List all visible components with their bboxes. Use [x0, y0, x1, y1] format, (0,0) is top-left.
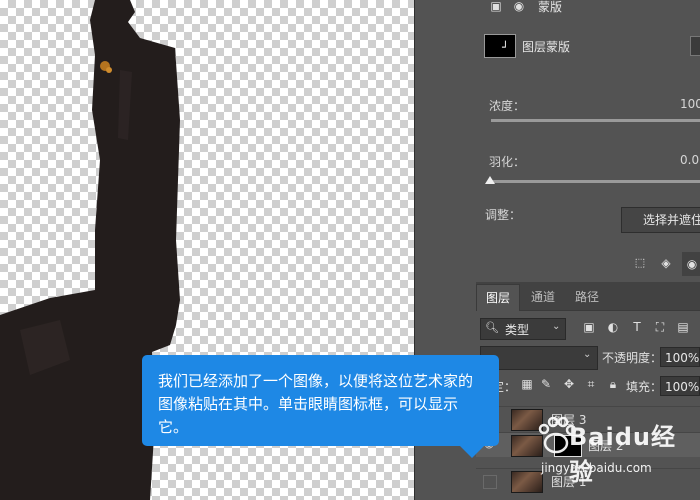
- density-slider[interactable]: [491, 119, 700, 122]
- adjust-label: 调整：: [485, 208, 522, 222]
- toggle-mask-button[interactable]: ◉: [682, 252, 700, 276]
- feather-label: 羽化：: [489, 155, 526, 169]
- shape-filter-icon[interactable]: ⛶: [653, 320, 667, 335]
- tutorial-tooltip: 我们已经添加了一个图像，以便将这位艺术家的图像粘贴在其中。单击眼睛图标框，可以显…: [142, 355, 499, 458]
- properties-panel: ▣ ◉ 蒙版 ┘ 图层蒙版 浓度： 100 羽化： 0.0 调整： 选择并遮住 …: [476, 0, 700, 283]
- layer-filter-select[interactable]: 🔍︎ 类型 ⌄: [480, 318, 566, 340]
- feather-slider[interactable]: [491, 180, 700, 183]
- mask-section-label: 蒙版: [538, 0, 563, 14]
- visibility-toggle[interactable]: [483, 475, 497, 489]
- tab-paths[interactable]: 路径: [566, 284, 608, 310]
- fill-input[interactable]: 100%: [660, 376, 700, 396]
- pixel-mask-icon[interactable]: ▣: [488, 0, 504, 13]
- chevron-down-icon: ⌄: [583, 349, 592, 360]
- artboard-lock-icon[interactable]: ⌗: [584, 377, 598, 392]
- type-filter-icon[interactable]: T: [630, 320, 644, 334]
- chevron-down-icon: ⌄: [552, 321, 561, 332]
- adjustment-filter-icon[interactable]: ◐: [606, 320, 620, 334]
- apply-mask-icon[interactable]: ◈: [659, 256, 673, 270]
- opacity-label: 不透明度：: [602, 351, 663, 365]
- load-selection-icon[interactable]: ⬚: [633, 256, 647, 269]
- layers-tab-bar: 图层 通道 路径: [476, 282, 700, 311]
- filter-kind-label: 类型: [505, 323, 530, 337]
- lock-position-icon[interactable]: ✥: [562, 377, 576, 391]
- feather-value[interactable]: 0.0: [680, 153, 699, 167]
- watermark-url: jingyan.baidu.com: [541, 461, 652, 475]
- layer-mask-label: 图层蒙版: [522, 40, 571, 54]
- mask-thumbnail[interactable]: ┘: [484, 34, 516, 58]
- lock-image-pixels-icon[interactable]: ✎: [539, 377, 553, 391]
- density-label: 浓度：: [489, 99, 526, 113]
- vector-mask-icon[interactable]: ◉: [511, 0, 527, 13]
- baidu-watermark: Baidu经验 jingyan.baidu.com: [531, 415, 699, 487]
- mask-link-icon: ┘: [502, 41, 509, 54]
- fill-label: 填充：: [626, 380, 663, 394]
- tooltip-text: 我们已经添加了一个图像，以便将这位艺术家的图像粘贴在其中。单击眼睛图标框，可以显…: [158, 372, 474, 436]
- eye-icon: ◉: [686, 257, 698, 271]
- opacity-input[interactable]: 100%: [660, 347, 700, 367]
- watermark-brand: Baidu经验: [569, 423, 676, 486]
- feather-slider-handle[interactable]: [485, 176, 495, 184]
- artwork-gold-detail: [106, 67, 112, 73]
- tooltip-pointer: [460, 446, 484, 458]
- apply-mask-button[interactable]: [690, 36, 700, 56]
- density-value[interactable]: 100: [680, 97, 700, 111]
- search-icon: 🔍︎: [485, 321, 499, 334]
- tab-channels[interactable]: 通道: [522, 284, 564, 310]
- pixel-layer-filter-icon[interactable]: ▣: [582, 320, 596, 334]
- smart-object-filter-icon[interactable]: ▤: [676, 320, 690, 334]
- tab-layers[interactable]: 图层: [476, 284, 521, 311]
- lock-transparent-pixels-icon[interactable]: ▦: [520, 377, 534, 391]
- lock-all-icon[interactable]: 🔒︎: [606, 377, 620, 392]
- select-and-mask-button[interactable]: 选择并遮住: [621, 207, 700, 233]
